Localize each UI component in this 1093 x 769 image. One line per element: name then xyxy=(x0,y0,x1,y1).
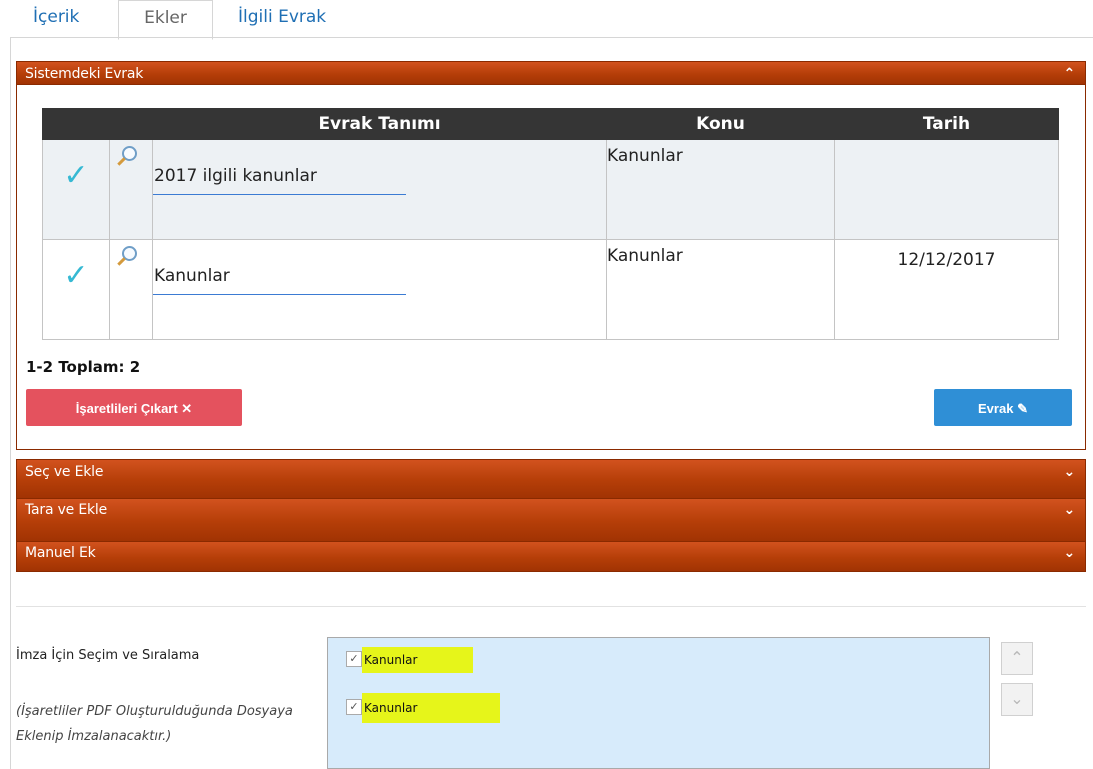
row-preview-cell[interactable] xyxy=(109,139,153,240)
tarih-cell xyxy=(834,139,1059,240)
konu-value: Kanunlar xyxy=(607,146,683,166)
row-preview-cell[interactable] xyxy=(109,239,153,340)
tab-ekler[interactable]: Ekler xyxy=(118,0,213,40)
evrak-tanimi-input[interactable] xyxy=(153,258,406,295)
evrak-tanimi-cell xyxy=(152,139,607,240)
row-select-cell[interactable]: ✓ xyxy=(42,139,110,240)
remove-marked-button[interactable]: İşaretlileri Çıkart ✕ xyxy=(26,389,242,426)
tarih-value: 12/12/2017 xyxy=(897,250,996,270)
move-down-button[interactable]: ⌄ xyxy=(1001,683,1033,716)
row-select-cell[interactable]: ✓ xyxy=(42,239,110,340)
tarih-value xyxy=(835,140,1058,150)
panel-title: Sistemdeki Evrak xyxy=(25,66,144,82)
checkbox[interactable]: ✓ xyxy=(346,699,362,715)
tab-bar: İçerik Ekler İlgili Evrak xyxy=(0,0,1093,40)
panel-header-tara-ve-ekle[interactable]: Tara ve Ekle ⌄ xyxy=(16,498,1086,542)
evrak-button[interactable]: Evrak ✎ xyxy=(934,389,1072,426)
table-row[interactable]: ✓ Kanunlar 12/12/2017 xyxy=(42,239,1059,340)
evrak-button-label: Evrak xyxy=(978,401,1014,416)
table-row[interactable]: ✓ Kanunlar xyxy=(42,139,1059,240)
checkbox[interactable]: ✓ xyxy=(346,650,362,667)
evrak-tanimi-input[interactable] xyxy=(153,158,406,195)
document-hand-icon: ✎ xyxy=(1017,401,1028,416)
konu-cell: Kanunlar xyxy=(606,139,835,240)
evrak-tanimi-cell xyxy=(152,239,607,340)
panel-title: Tara ve Ekle xyxy=(25,502,108,518)
list-item-label: Kanunlar xyxy=(362,646,474,673)
panel-title: Seç ve Ekle xyxy=(25,464,104,480)
panel-header-manuel-ek[interactable]: Manuel Ek ⌄ xyxy=(16,541,1086,572)
konu-value: Kanunlar xyxy=(607,246,683,266)
column-header-evrak-tanimi[interactable]: Evrak Tanımı xyxy=(152,108,607,140)
panel-header-sec-ve-ekle[interactable]: Seç ve Ekle ⌄ xyxy=(16,459,1086,499)
panel-title: Manuel Ek xyxy=(25,545,96,561)
signature-list[interactable]: ✓ Kanunlar ✓ Kanunlar xyxy=(327,637,990,769)
section-divider xyxy=(16,606,1086,607)
tab-ilgili-evrak[interactable]: İlgili Evrak xyxy=(238,0,326,38)
magnifier-icon[interactable] xyxy=(116,146,137,168)
chevron-down-icon: ⌄ xyxy=(1063,545,1075,561)
signature-selection-label: İmza İçin Seçim ve Sıralama xyxy=(16,648,200,663)
chevron-down-icon: ⌄ xyxy=(1063,464,1075,480)
chevron-down-icon: ⌄ xyxy=(1063,502,1075,518)
column-header-konu[interactable]: Konu xyxy=(606,108,835,140)
evrak-table: Evrak Tanımı Konu Tarih ✓ Kanunlar ✓ Kan… xyxy=(42,108,1059,340)
list-item[interactable]: ✓ Kanunlar xyxy=(346,693,501,723)
list-item[interactable]: ✓ Kanunlar xyxy=(346,646,474,673)
check-icon[interactable]: ✓ xyxy=(43,258,109,293)
magnifier-icon[interactable] xyxy=(116,246,137,268)
chevron-up-icon: ⌃ xyxy=(1010,648,1024,667)
tab-icerik[interactable]: İçerik xyxy=(33,0,79,38)
check-icon[interactable]: ✓ xyxy=(43,158,109,193)
signature-note: (İşaretliler PDF Oluşturulduğunda Dosyay… xyxy=(16,704,293,744)
column-header-select xyxy=(42,108,110,140)
tarih-cell: 12/12/2017 xyxy=(834,239,1059,340)
chevron-down-icon: ⌄ xyxy=(1010,689,1024,708)
konu-cell: Kanunlar xyxy=(606,239,835,340)
pagination-total: 1-2 Toplam: 2 xyxy=(26,358,141,376)
chevron-up-icon: ⌃ xyxy=(1063,66,1075,82)
column-header-tarih[interactable]: Tarih xyxy=(834,108,1059,140)
column-header-preview xyxy=(109,108,153,140)
panel-header-sistemdeki-evrak[interactable]: Sistemdeki Evrak ⌃ xyxy=(16,61,1086,85)
list-item-label: Kanunlar xyxy=(362,693,501,723)
move-up-button[interactable]: ⌃ xyxy=(1001,642,1033,675)
